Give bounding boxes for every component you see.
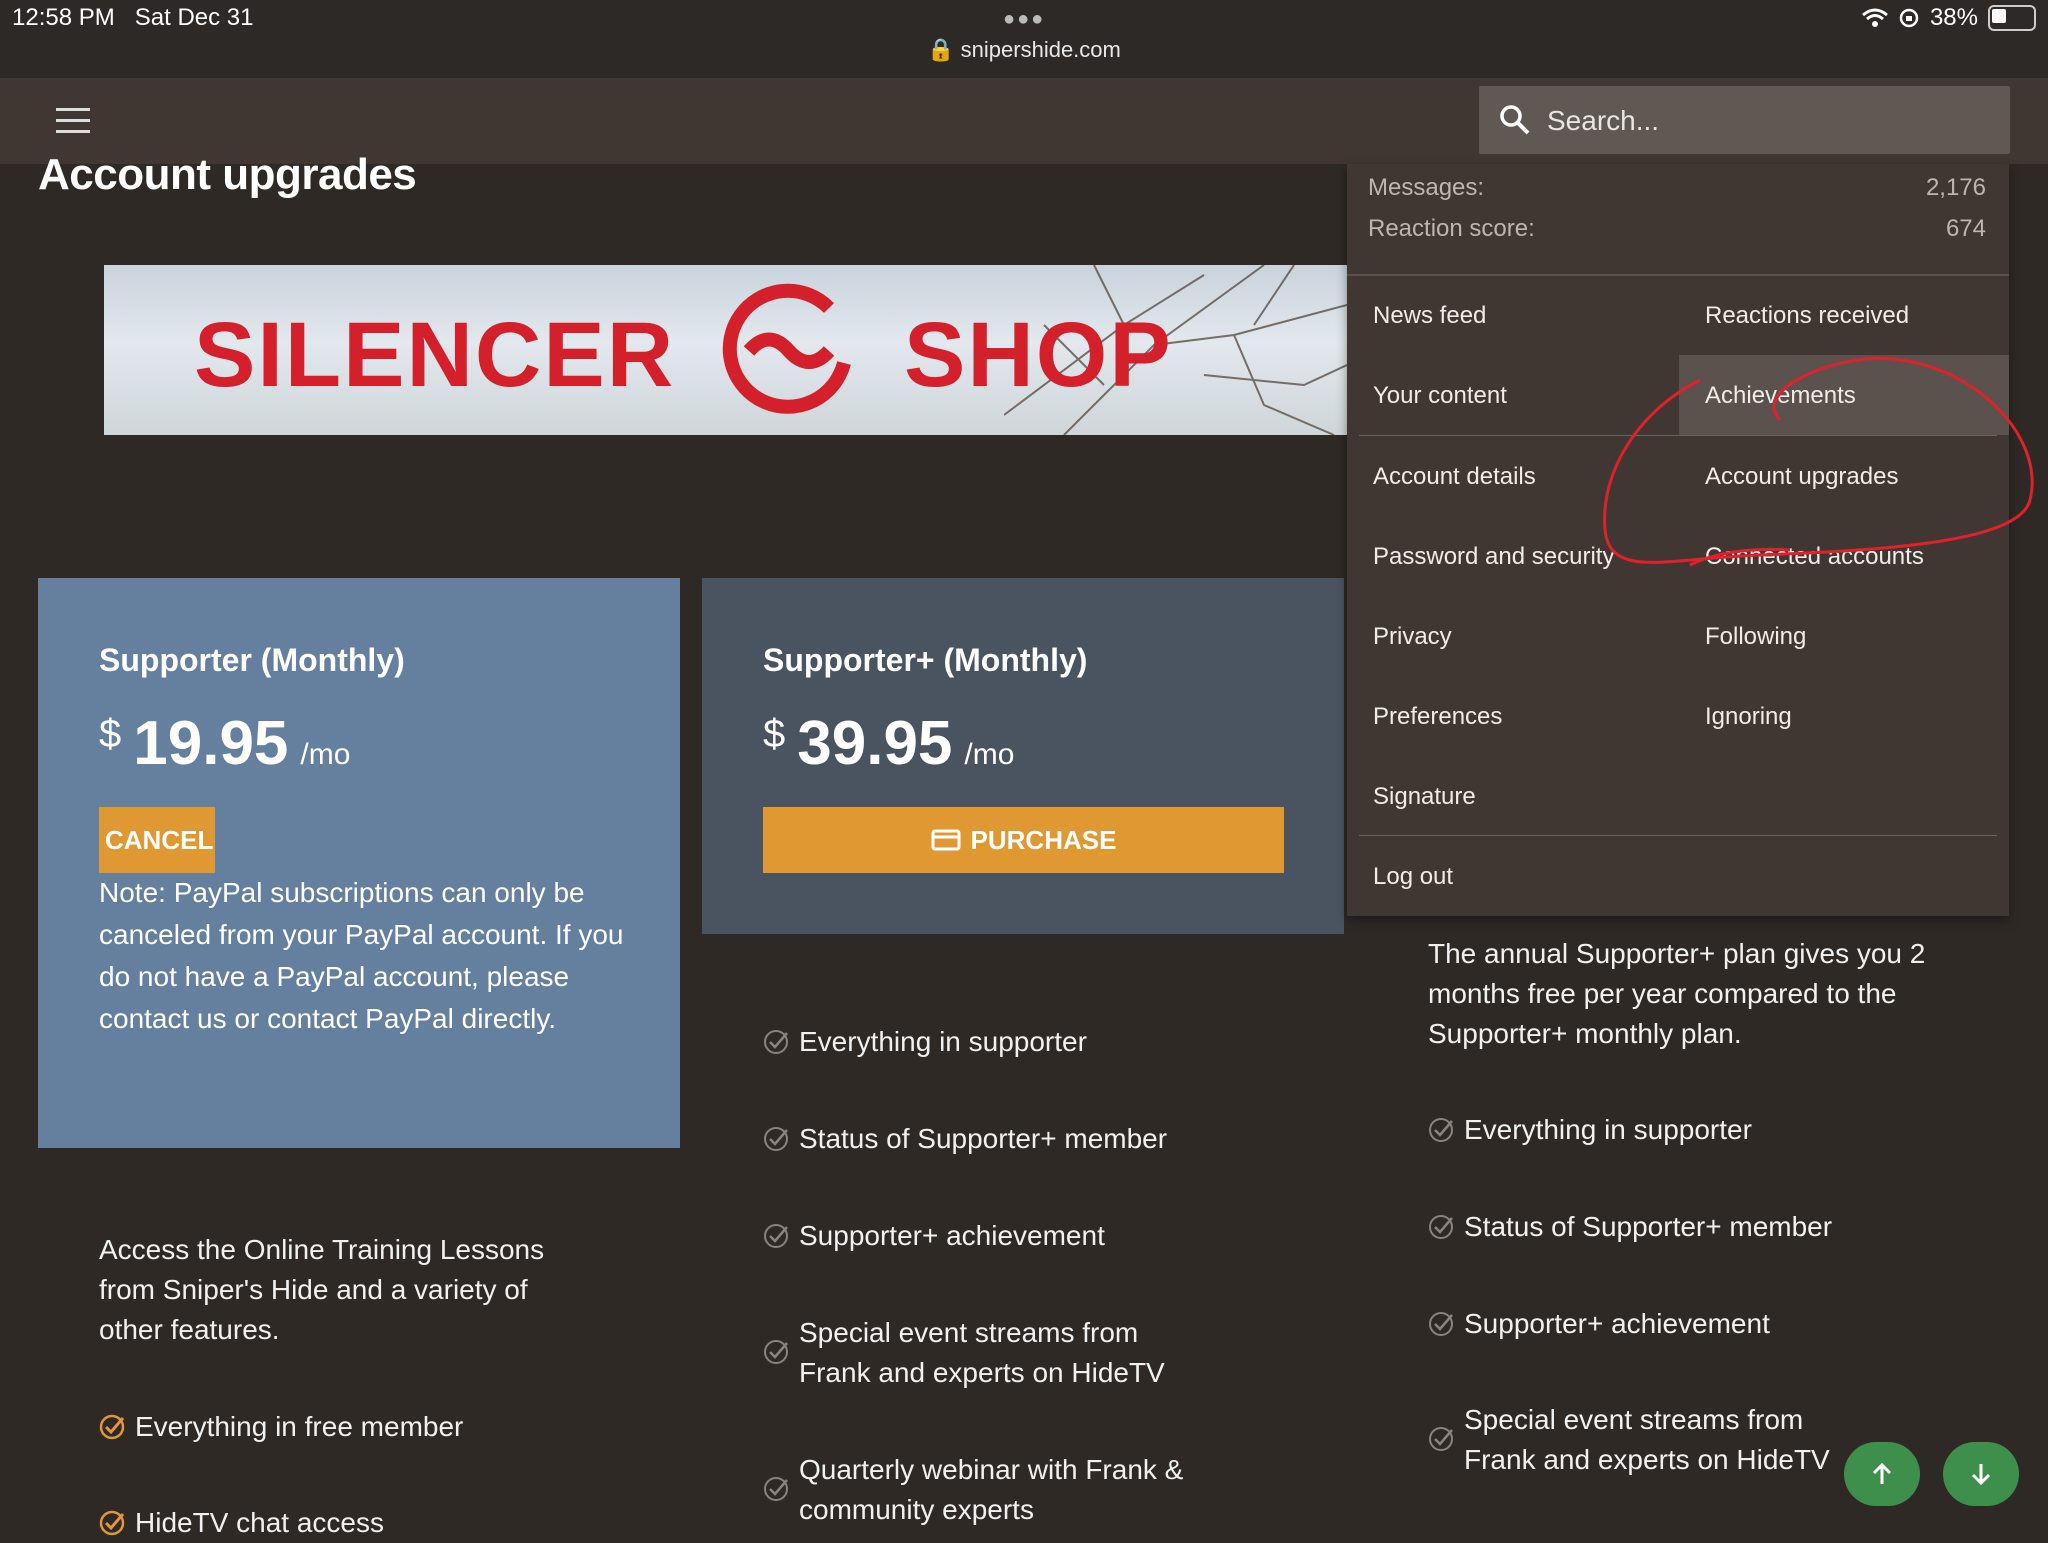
menu-icon[interactable] — [56, 108, 90, 134]
arrow-up-icon — [1872, 1462, 1892, 1484]
plan-price: $ 19.95 /mo — [99, 708, 350, 779]
more-dots-icon[interactable]: ●●● — [1003, 8, 1045, 31]
feature-text: Special event streams from Frank and exp… — [1464, 1404, 1830, 1475]
stat-label: Messages: — [1368, 174, 1485, 201]
lock-icon: 🔒 — [927, 37, 955, 62]
menu-item-log-out[interactable]: Log out — [1373, 863, 1453, 891]
date-text: Sat Dec 31 — [134, 4, 254, 31]
check-circle-icon — [764, 1224, 788, 1248]
menu-item-following[interactable]: Following — [1705, 623, 1806, 651]
search-icon — [1500, 105, 1530, 135]
check-circle-icon — [1429, 1427, 1453, 1451]
red-annotation-circle — [1603, 357, 2034, 567]
annual-plan-description: The annual Supporter+ plan gives you 2 m… — [1428, 938, 1926, 1049]
time-text: 12:58 PM — [12, 4, 115, 31]
purchase-button[interactable]: PURCHASE — [763, 807, 1284, 873]
menu-item-news-feed[interactable]: News feed — [1373, 302, 1486, 330]
plan-price: $ 39.95 /mo — [763, 708, 1014, 779]
paypal-note: Note: PayPal subscriptions can only be c… — [99, 877, 624, 1034]
menu-item-ignoring[interactable]: Ignoring — [1705, 703, 1792, 731]
plan-title: Supporter+ (Monthly) — [763, 642, 1088, 678]
check-circle-icon — [764, 1340, 788, 1364]
feature-text: Status of Supporter+ member — [799, 1123, 1168, 1154]
feature-text: Everything in supporter — [799, 1026, 1087, 1057]
battery-percent: 38% — [1929, 4, 1978, 31]
purchase-label: PURCHASE — [970, 824, 1117, 855]
check-circle-icon — [99, 1510, 125, 1536]
menu-item-password-security[interactable]: Password and security — [1373, 543, 1614, 571]
feature-item: Supporter+ achievement — [1428, 1304, 1770, 1344]
feature-text: Quarterly webinar with Frank & community… — [799, 1454, 1184, 1525]
feature-text: Supporter+ achievement — [799, 1220, 1105, 1251]
feature-item: Status of Supporter+ member — [1428, 1207, 1832, 1247]
menu-item-privacy[interactable]: Privacy — [1373, 623, 1452, 651]
search-box[interactable] — [1479, 86, 2010, 154]
feature-item: Everything in supporter — [763, 1022, 1087, 1062]
status-bar: 12:58 PM Sat Dec 31 ●●● 🔒 snipershide.co… — [0, 0, 2048, 78]
feature-item: Quarterly webinar with Frank & community… — [763, 1450, 1213, 1530]
feature-item: Special event streams from Frank and exp… — [763, 1313, 1213, 1393]
price-currency: $ — [763, 712, 786, 756]
status-indicators: 38% — [1861, 4, 2036, 32]
check-circle-icon — [764, 1127, 788, 1151]
menu-item-account-details[interactable]: Account details — [1373, 463, 1536, 491]
check-circle-icon — [1429, 1215, 1453, 1239]
check-circle-icon — [764, 1030, 788, 1054]
feature-item: Status of Supporter+ member — [763, 1119, 1167, 1159]
status-time: 12:58 PM Sat Dec 31 — [12, 4, 253, 32]
check-circle-icon — [1429, 1118, 1453, 1142]
check-circle-icon — [1429, 1312, 1453, 1336]
menu-item-reactions-received[interactable]: Reactions received — [1705, 302, 1909, 330]
feature-item: Everything in free member — [99, 1407, 463, 1447]
cancel-button[interactable]: CANCEL — [99, 807, 215, 873]
battery-icon — [1988, 5, 2036, 31]
stat-value: 2,176 — [1925, 174, 1986, 201]
stat-value: 674 — [1945, 215, 1986, 242]
supporter-monthly-card: Supporter (Monthly) $ 19.95 /mo CANCEL N… — [38, 578, 680, 1148]
url-text: snipershide.com — [960, 37, 1121, 62]
banner-brand-left: SILENCER — [194, 304, 676, 406]
price-amount: 19.95 — [133, 709, 289, 778]
price-amount: 39.95 — [797, 709, 953, 778]
wifi-icon — [1861, 8, 1888, 27]
feature-item: Special event streams from Frank and exp… — [1428, 1400, 1878, 1480]
divider — [1347, 274, 2009, 276]
supporter-description: Access the Online Training Lessons from … — [99, 1234, 545, 1345]
price-currency: $ — [99, 712, 122, 756]
banner-brand-right: SHOP — [904, 304, 1173, 406]
feature-item: HideTV chat access — [99, 1503, 384, 1543]
menu-item-your-content[interactable]: Your content — [1373, 382, 1507, 410]
credit-card-icon — [931, 829, 961, 851]
feature-text: Supporter+ achievement — [1464, 1308, 1770, 1339]
feature-text: Special event streams from Frank and exp… — [799, 1317, 1165, 1388]
feature-text: HideTV chat access — [135, 1507, 384, 1538]
scroll-up-button[interactable] — [1844, 1442, 1920, 1506]
feature-item: Supporter+ achievement — [763, 1216, 1105, 1256]
check-circle-icon — [99, 1414, 125, 1440]
scroll-down-button[interactable] — [1943, 1442, 2019, 1506]
feature-text: Status of Supporter+ member — [1464, 1211, 1833, 1242]
address-bar[interactable]: 🔒 snipershide.com — [0, 37, 2048, 63]
price-period: /mo — [300, 738, 351, 771]
supporter-plus-monthly-card: Supporter+ (Monthly) $ 39.95 /mo PURCHAS… — [702, 578, 1344, 934]
feature-item: Everything in supporter — [1428, 1110, 1752, 1150]
orientation-lock-icon — [1899, 8, 1919, 28]
arrow-down-icon — [1971, 1464, 1991, 1486]
stat-label: Reaction score: — [1368, 215, 1535, 242]
search-input[interactable] — [1545, 100, 1989, 142]
price-period: /mo — [964, 738, 1015, 771]
silencer-shop-banner[interactable]: SILENCER SHOP — [104, 265, 1347, 435]
menu-item-signature[interactable]: Signature — [1373, 783, 1476, 811]
feature-text: Everything in free member — [135, 1411, 464, 1442]
menu-item-preferences[interactable]: Preferences — [1373, 703, 1502, 731]
check-circle-icon — [764, 1477, 788, 1501]
page-title: Account upgrades — [38, 150, 417, 199]
silencer-shop-logo-icon — [722, 283, 851, 414]
plan-title: Supporter (Monthly) — [99, 642, 405, 678]
feature-text: Everything in supporter — [1464, 1114, 1752, 1145]
divider — [1359, 835, 1997, 836]
